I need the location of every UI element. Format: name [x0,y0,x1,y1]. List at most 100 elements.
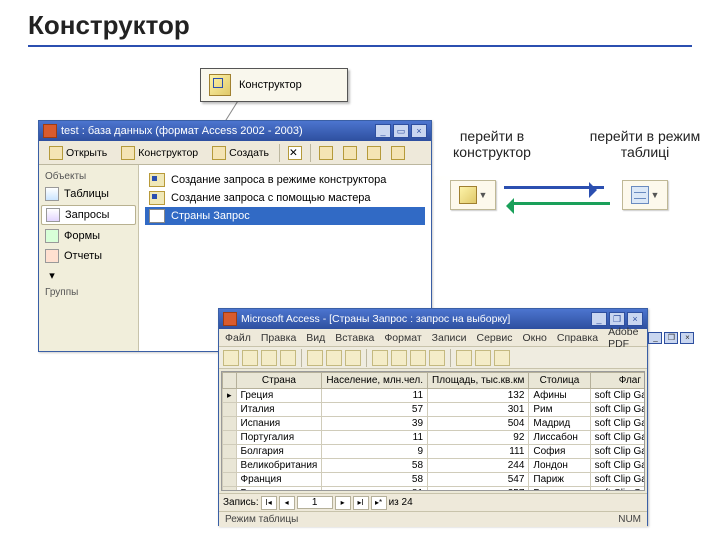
cell-country[interactable]: Болгария [236,445,322,459]
cell-capital[interactable]: Лиссабон [529,431,590,445]
list-item-selected[interactable]: Страны Запрос [145,207,425,225]
open-button[interactable]: Открыть [43,144,113,162]
row-selector[interactable] [223,473,237,487]
cell-area[interactable]: 504 [428,417,529,431]
cell-capital[interactable]: Рим [529,403,590,417]
menu-window[interactable]: Окно [522,332,546,344]
cell-population[interactable]: 11 [322,431,428,445]
menu-format[interactable]: Формат [384,332,421,344]
delete-record-button[interactable] [475,350,491,366]
create-button[interactable]: Создать [206,144,275,162]
row-selector[interactable] [223,431,237,445]
close-button[interactable]: × [411,124,427,138]
column-header[interactable]: Площадь, тыс.кв.км [428,373,529,389]
cell-population[interactable]: 11 [322,389,428,403]
sidebar-item-forms[interactable]: Формы [39,226,138,246]
view-button[interactable] [223,350,239,366]
sidebar-expand[interactable]: ▾ [39,266,138,285]
nav-first-button[interactable]: І◂ [261,496,277,510]
row-selector[interactable] [223,403,237,417]
view-details-button[interactable] [387,144,409,162]
cut-button[interactable] [307,350,323,366]
inner-restore-button[interactable]: ❐ [664,332,678,344]
menu-view[interactable]: Вид [306,332,325,344]
cell-area[interactable]: 111 [428,445,529,459]
sort-desc-button[interactable] [391,350,407,366]
cell-population[interactable]: 39 [322,417,428,431]
row-selector-header[interactable] [223,373,237,389]
row-selector[interactable] [223,417,237,431]
cell-capital[interactable]: Афины [529,389,590,403]
cell-capital[interactable]: Лондон [529,459,590,473]
view-small-icons-button[interactable] [339,144,361,162]
cell-area[interactable]: 92 [428,431,529,445]
cell-country[interactable]: Греция [236,389,322,403]
menu-tools[interactable]: Сервис [477,332,513,344]
sidebar-item-reports[interactable]: Отчеты [39,246,138,266]
row-selector[interactable] [223,487,237,492]
table-row[interactable]: Португалия1192Лиссабонsoft Clip Gallery [223,431,646,445]
cell-flag[interactable]: soft Clip Gallery [590,431,645,445]
table-row[interactable]: Болгария9111Софияsoft Clip Gallery [223,445,646,459]
minimize-button[interactable]: _ [591,312,607,326]
column-header[interactable]: Столица [529,373,590,389]
table-row[interactable]: Франция58547Парижsoft Clip Gallery [223,473,646,487]
cell-area[interactable]: 357 [428,487,529,492]
nav-new-button[interactable]: ▸* [371,496,387,510]
nav-last-button[interactable]: ▸І [353,496,369,510]
menu-records[interactable]: Записи [432,332,467,344]
cell-area[interactable]: 547 [428,473,529,487]
table-row[interactable]: Италия57301Римsoft Clip Gallery [223,403,646,417]
cell-area[interactable]: 132 [428,389,529,403]
cell-flag[interactable]: soft Clip Gallery [590,417,645,431]
new-record-button[interactable] [456,350,472,366]
cell-country[interactable]: Франция [236,473,322,487]
inner-close-button[interactable]: × [680,332,694,344]
cell-area[interactable]: 301 [428,403,529,417]
data-grid[interactable]: Страна Население, млн.чел. Площадь, тыс.… [221,371,645,491]
nav-next-button[interactable]: ▸ [335,496,351,510]
sidebar-item-tables[interactable]: Таблицы [39,184,138,204]
cell-population[interactable]: 57 [322,403,428,417]
minimize-button[interactable]: _ [375,124,391,138]
cell-area[interactable]: 244 [428,459,529,473]
nav-position-input[interactable] [297,496,333,509]
preview-button[interactable] [280,350,296,366]
find-button[interactable] [429,350,445,366]
sort-asc-button[interactable] [372,350,388,366]
cell-flag[interactable]: soft Clip Gallery [590,389,645,403]
list-item[interactable]: Создание запроса с помощью мастера [145,189,425,207]
cell-capital[interactable]: София [529,445,590,459]
filter-button[interactable] [410,350,426,366]
menu-help[interactable]: Справка [557,332,598,344]
close-button[interactable]: × [627,312,643,326]
menu-edit[interactable]: Правка [261,332,296,344]
cell-population[interactable]: 81 [322,487,428,492]
view-large-icons-button[interactable] [315,144,337,162]
view-list-button[interactable] [363,144,385,162]
cell-flag[interactable]: soft Clip Gallery [590,445,645,459]
column-header[interactable]: Флаг [590,373,645,389]
copy-button[interactable] [326,350,342,366]
datasheet-view-button[interactable]: ▼ [622,180,668,210]
row-selector[interactable] [223,445,237,459]
cell-capital[interactable]: Бонн [529,487,590,492]
cell-capital[interactable]: Париж [529,473,590,487]
save-button[interactable] [242,350,258,366]
cell-country[interactable]: Испания [236,417,322,431]
cell-population[interactable]: 58 [322,459,428,473]
designer-button[interactable]: Конструктор [115,144,204,162]
help-button[interactable] [494,350,510,366]
cell-flag[interactable]: soft Clip Gallery [590,459,645,473]
table-row[interactable]: Великобритания58244Лондонsoft Clip Galle… [223,459,646,473]
menu-insert[interactable]: Вставка [335,332,374,344]
row-selector[interactable] [223,459,237,473]
row-selector[interactable] [223,389,237,403]
cell-country[interactable]: Италия [236,403,322,417]
inner-minimize-button[interactable]: _ [648,332,662,344]
list-item[interactable]: Создание запроса в режиме конструктора [145,171,425,189]
cell-flag[interactable]: soft Clip Gallery [590,487,645,492]
print-button[interactable] [261,350,277,366]
menu-adobe[interactable]: Adobe PDF [608,326,638,350]
cell-capital[interactable]: Мадрид [529,417,590,431]
